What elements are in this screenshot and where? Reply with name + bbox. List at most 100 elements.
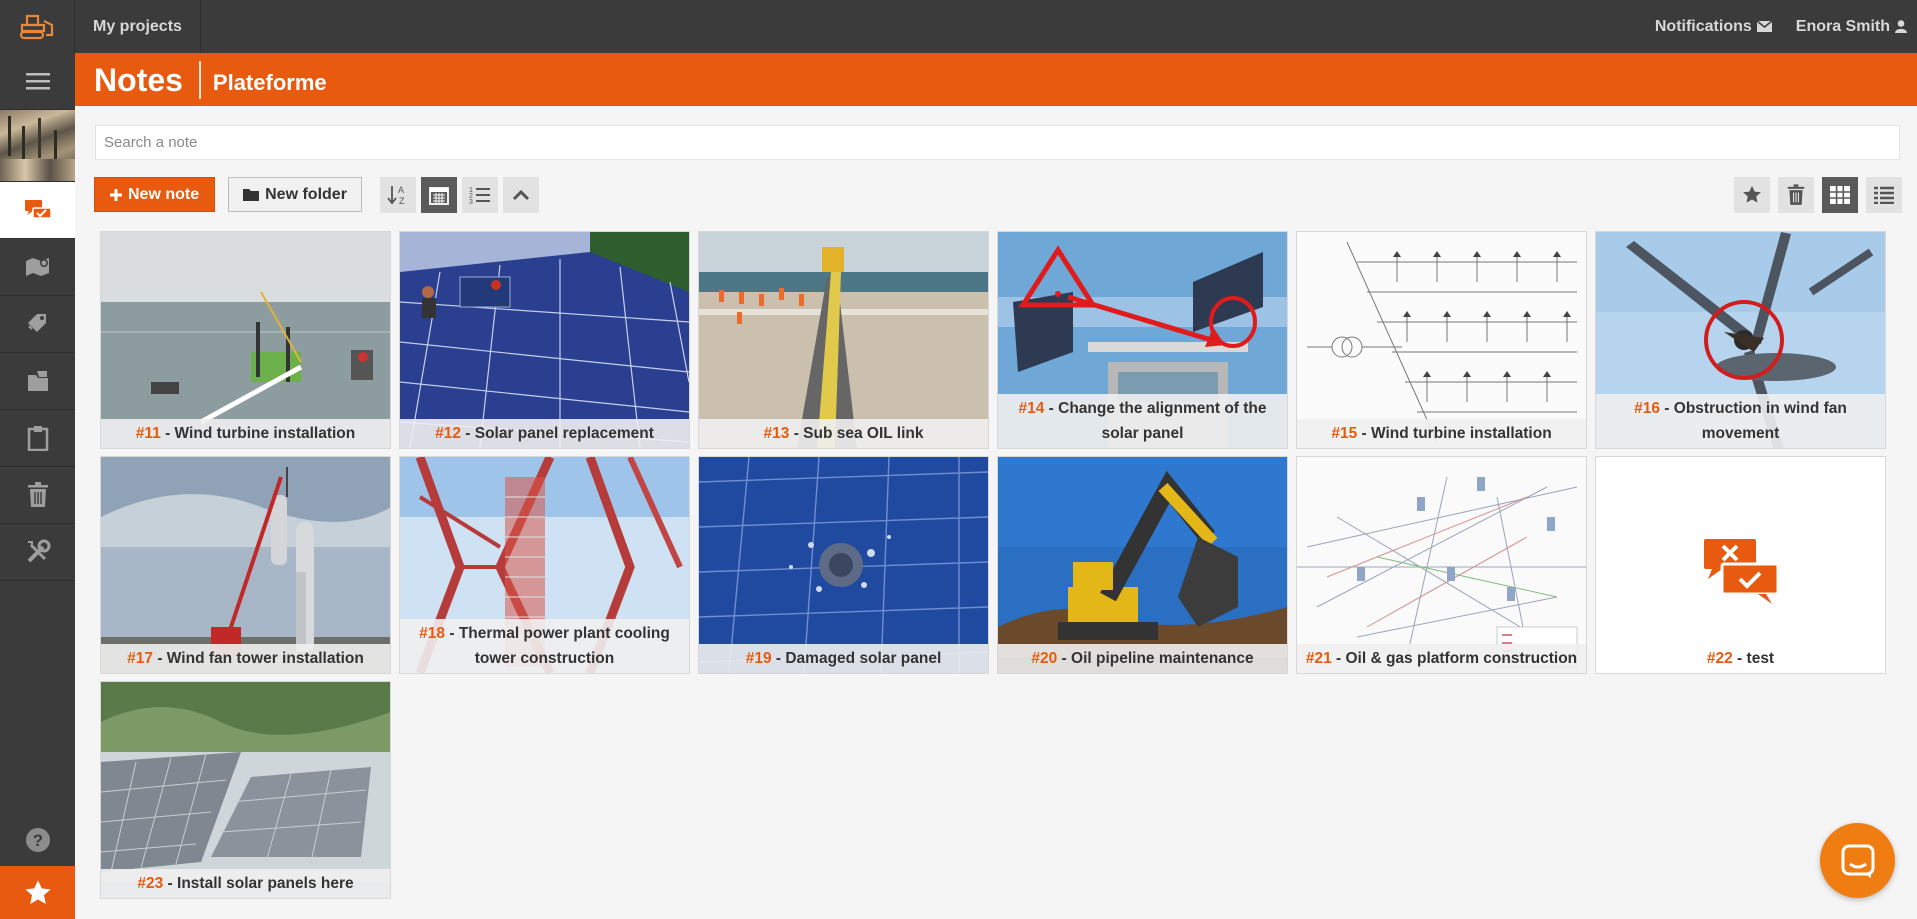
svg-text:?: ?	[32, 831, 42, 850]
sidebar-item-checklist[interactable]	[0, 410, 75, 467]
search-input[interactable]	[95, 125, 1900, 160]
new-folder-label: New folder	[265, 185, 347, 203]
top-bar: My projects Notifications Enora Smith	[0, 0, 1917, 53]
menu-toggle-button[interactable]	[0, 53, 75, 110]
note-thumbnail	[101, 457, 390, 673]
note-card[interactable]: #18 - Thermal power plant cooling tower …	[399, 456, 690, 674]
note-thumbnail	[101, 232, 390, 448]
note-card[interactable]: #19 - Damaged solar panel	[698, 456, 989, 674]
documents-icon	[27, 371, 48, 391]
note-caption: #15 - Wind turbine installation	[1297, 419, 1586, 448]
sidebar-item-tools[interactable]	[0, 524, 75, 581]
bulldozer-icon	[19, 14, 54, 39]
note-thumbnail	[699, 232, 988, 448]
clipboard-icon	[27, 426, 48, 451]
note-caption: #12 - Solar panel replacement	[400, 419, 689, 448]
note-caption: #14 - Change the alignment of the solar …	[998, 394, 1287, 448]
notifications-label: Notifications	[1654, 17, 1752, 35]
app-logo[interactable]	[0, 0, 75, 53]
note-thumbnail	[101, 682, 390, 898]
notes-icon	[24, 200, 52, 219]
note-card[interactable]: #16 - Obstruction in wind fan movement	[1595, 231, 1886, 449]
note-thumbnail	[1297, 232, 1586, 448]
note-card[interactable]: #23 - Install solar panels here	[100, 681, 391, 899]
new-note-button[interactable]: New note	[94, 177, 216, 212]
note-card[interactable]: #12 - Solar panel replacement	[399, 231, 690, 449]
note-card[interactable]: #11 - Wind turbine installation	[100, 231, 391, 449]
favorites-filter-button[interactable]	[1734, 176, 1770, 213]
project-thumbnail[interactable]	[0, 110, 75, 182]
calendar-icon	[429, 186, 449, 205]
star-icon	[24, 880, 51, 905]
sort-number-button[interactable]: 123	[461, 176, 498, 213]
note-caption: #11 - Wind turbine installation	[101, 419, 390, 448]
note-thumbnail	[699, 457, 988, 673]
trash-icon	[27, 482, 48, 507]
sidebar-item-map[interactable]	[0, 239, 75, 296]
note-caption: #17 - Wind fan tower installation	[101, 644, 390, 673]
note-card[interactable]: #22 - test	[1595, 456, 1886, 674]
my-projects-link[interactable]: My projects	[75, 0, 201, 53]
help-icon: ?	[25, 827, 50, 852]
plus-icon	[110, 188, 122, 201]
new-note-label: New note	[128, 185, 200, 203]
sidebar: ?	[0, 53, 75, 919]
notifications-link[interactable]: Notifications	[1643, 18, 1784, 36]
list-view-button[interactable]	[1866, 176, 1902, 213]
note-placeholder-icon	[1596, 457, 1885, 673]
note-caption: #19 - Damaged solar panel	[699, 644, 988, 673]
note-caption: #21 - Oil & gas platform construction	[1297, 644, 1586, 673]
note-caption: #18 - Thermal power plant cooling tower …	[400, 619, 689, 673]
sort-direction-button[interactable]	[502, 176, 539, 213]
hamburger-icon	[25, 73, 50, 90]
note-caption: #16 - Obstruction in wind fan movement	[1596, 394, 1885, 448]
notes-toolbar: New note New folder AZ 123	[94, 176, 539, 213]
note-thumbnail	[400, 232, 689, 448]
trash-icon	[1787, 183, 1805, 205]
chevron-up-icon	[512, 189, 529, 200]
note-card[interactable]: #21 - Oil & gas platform construction	[1296, 456, 1587, 674]
svg-text:3: 3	[469, 199, 473, 205]
numbered-list-icon: 123	[469, 187, 490, 205]
page-header: Notes Plateforme	[75, 53, 1917, 106]
help-button[interactable]: ?	[0, 813, 75, 866]
sort-alpha-button[interactable]: AZ	[379, 176, 416, 213]
sort-date-button[interactable]	[420, 176, 457, 213]
list-icon	[1874, 186, 1894, 204]
note-thumbnail	[1297, 457, 1586, 673]
tools-icon	[27, 539, 50, 563]
sidebar-item-documents[interactable]	[0, 353, 75, 410]
grid-icon	[1830, 185, 1850, 204]
sort-alpha-icon: AZ	[387, 185, 405, 206]
user-name: Enora Smith	[1795, 17, 1890, 35]
new-folder-button[interactable]: New folder	[228, 177, 362, 212]
trash-filter-button[interactable]	[1778, 176, 1814, 213]
note-card[interactable]: #17 - Wind fan tower installation	[100, 456, 391, 674]
view-toolbar	[1726, 176, 1902, 213]
user-icon	[1895, 20, 1907, 33]
chat-icon	[1841, 844, 1874, 878]
note-caption: #22 - test	[1596, 644, 1885, 673]
note-card[interactable]: #15 - Wind turbine installation	[1296, 231, 1587, 449]
tags-icon	[27, 314, 46, 332]
note-caption: #13 - Sub sea OIL link	[699, 419, 988, 448]
sidebar-item-tags[interactable]	[0, 296, 75, 353]
project-name: Plateforme	[212, 69, 327, 95]
sidebar-item-notes[interactable]	[0, 182, 75, 239]
sidebar-item-trash[interactable]	[0, 467, 75, 524]
favorites-button[interactable]	[0, 866, 75, 919]
note-card[interactable]: #13 - Sub sea OIL link	[698, 231, 989, 449]
chat-support-button[interactable]	[1820, 823, 1895, 898]
map-icon	[25, 258, 49, 276]
star-icon	[1743, 185, 1761, 203]
note-card[interactable]: #20 - Oil pipeline maintenance	[997, 456, 1288, 674]
user-menu[interactable]: Enora Smith	[1784, 18, 1917, 36]
note-caption: #23 - Install solar panels here	[101, 869, 390, 898]
page-title: Notes	[75, 60, 201, 99]
note-card[interactable]: #14 - Change the alignment of the solar …	[997, 231, 1288, 449]
grid-view-button[interactable]	[1822, 176, 1858, 213]
svg-text:A: A	[398, 185, 404, 195]
note-caption: #20 - Oil pipeline maintenance	[998, 644, 1287, 673]
envelope-icon	[1756, 21, 1772, 32]
note-thumbnail	[998, 457, 1287, 673]
